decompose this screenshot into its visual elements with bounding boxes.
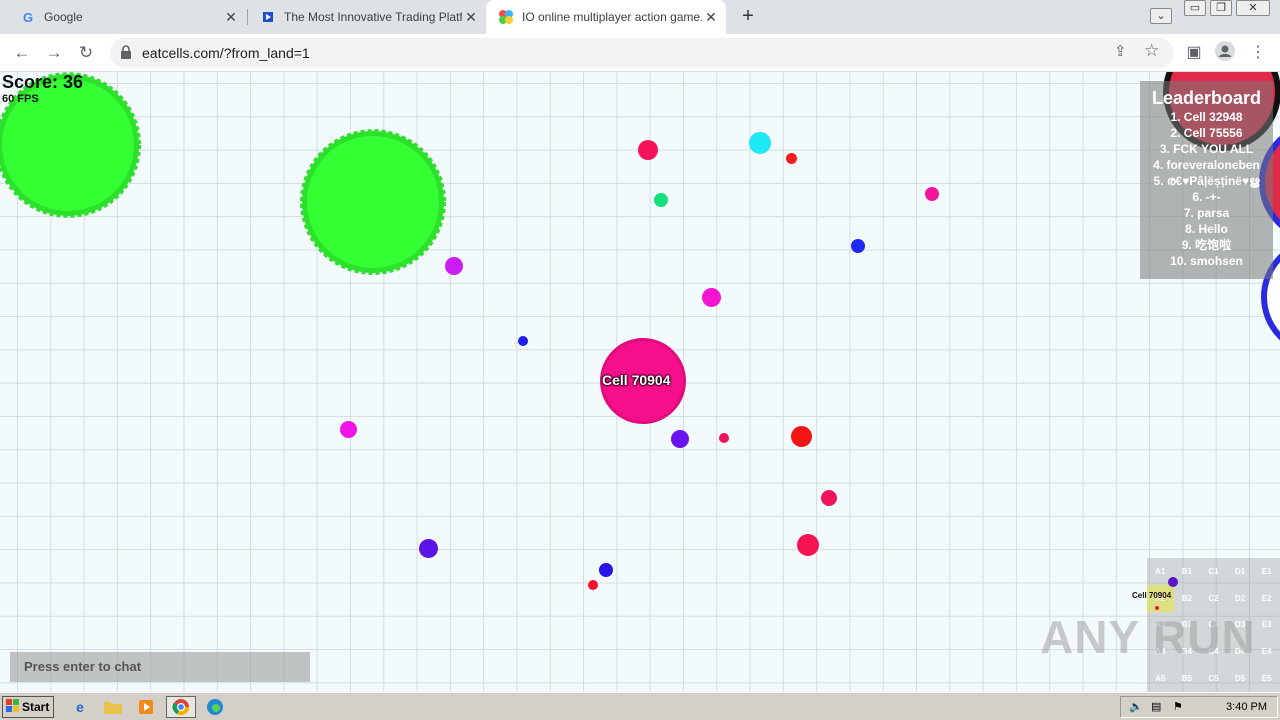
tab-google[interactable]: G Google ✕ (8, 0, 246, 34)
system-tray: 🔈 ▤ ⚑ 3:40 PM (1120, 696, 1278, 718)
minimap-cell: D1 (1234, 566, 1246, 576)
minimap-cell: D5 (1234, 674, 1246, 684)
close-icon[interactable]: ✕ (702, 9, 720, 26)
chevron-down-icon[interactable]: ⌄ (1150, 8, 1172, 24)
minimize-button[interactable]: ▭ (1184, 0, 1206, 16)
address-bar[interactable]: eatcells.com/?from_land=1 ⇪ ☆ (110, 38, 1174, 68)
minimap-cell: C5 (1208, 674, 1219, 684)
tab-title: Google (44, 10, 83, 24)
food-pellet (671, 430, 689, 448)
google-icon: G (22, 9, 34, 25)
start-button[interactable]: Start (2, 696, 54, 718)
tab-trading-platform[interactable]: The Most Innovative Trading Platform ✕ (248, 0, 486, 34)
leaderboard-entry: 6. -+- (1192, 190, 1221, 204)
minimap-cell: A5 (1155, 674, 1166, 684)
leaderboard-entry: 9. 吃饱啦 (1181, 238, 1232, 252)
tab-title: IO online multiplayer action game. S (522, 10, 702, 24)
side-panel-icon[interactable]: ▣ (1182, 41, 1206, 65)
food-pellet (518, 336, 528, 346)
food-pellet (702, 288, 721, 307)
leaderboard-entry: 1. Cell 32948 (1170, 110, 1243, 124)
minimap-cell: B2 (1181, 593, 1192, 603)
leaderboard-entry: 8. Hello (1185, 222, 1228, 236)
windows-logo-icon (6, 698, 20, 716)
trading-site-icon (260, 9, 276, 25)
edge-icon[interactable] (203, 696, 227, 718)
reload-button[interactable]: ↻ (74, 41, 98, 65)
flag-icon[interactable]: ⚑ (1173, 700, 1183, 713)
food-pellet (821, 490, 837, 506)
food-pellet (925, 187, 939, 201)
close-icon[interactable]: ✕ (222, 9, 240, 26)
start-label: Start (22, 700, 50, 714)
leaderboard-entry: 7. parsa (1183, 206, 1230, 220)
media-player-icon[interactable] (134, 696, 158, 718)
food-pellet (749, 132, 771, 154)
new-tab-button[interactable]: + (736, 4, 760, 28)
food-pellet (719, 433, 729, 443)
leaderboard-title: Leaderboard (1151, 88, 1262, 108)
minimap-cell: B5 (1181, 674, 1192, 684)
minimap-cell: E1 (1261, 566, 1272, 576)
chrome-icon[interactable] (166, 696, 196, 718)
minimap-cell: D2 (1234, 593, 1246, 603)
food-pellet (797, 534, 819, 556)
minimap-cell: E2 (1261, 593, 1272, 603)
profile-icon[interactable] (1213, 41, 1237, 65)
leaderboard-entry: 3. FCK YOU ALL (1159, 142, 1254, 156)
food-pellet (791, 426, 812, 447)
leaderboard: Leaderboard 1. Cell 32948 2. Cell 75556 … (1140, 81, 1273, 279)
clock: 3:40 PM (1226, 701, 1267, 713)
close-window-button[interactable]: ✕ (1236, 0, 1270, 16)
folder-icon[interactable] (101, 696, 125, 718)
virus (300, 129, 446, 275)
close-icon[interactable]: ✕ (462, 9, 480, 26)
url-text: eatcells.com/?from_land=1 (142, 45, 310, 61)
score-label: Score: 36 (2, 72, 84, 92)
anyrun-watermark: ANY RUN (1040, 611, 1256, 663)
fps-label: 60 FPS (2, 93, 39, 105)
ie-icon[interactable]: e (68, 696, 92, 718)
food-pellet (445, 257, 463, 275)
leaderboard-entry: 2. Cell 75556 (1170, 126, 1243, 140)
food-pellet (588, 580, 598, 590)
volume-icon[interactable]: 🔈 (1129, 700, 1143, 713)
bookmark-star-icon[interactable]: ☆ (1144, 41, 1159, 61)
food-pellet (340, 421, 357, 438)
tab-eatcells[interactable]: IO online multiplayer action game. S ✕ (486, 0, 726, 34)
minimap-player-dot (1168, 577, 1178, 587)
food-pellet (851, 239, 865, 253)
food-pellet (419, 539, 438, 558)
minimap-cell: C2 (1208, 593, 1219, 603)
leaderboard-entry: 5. ര€♥Pâļëșținë♥ൠ (1153, 174, 1260, 188)
eatcells-icon (498, 9, 514, 25)
restore-button[interactable]: ❐ (1210, 0, 1232, 16)
minimap-cell: E4 (1261, 647, 1272, 657)
game-canvas[interactable]: Cell 70904 Score: 36 60 FPS Leaderboard … (0, 72, 1280, 692)
minimap-cell: E3 (1261, 620, 1272, 630)
lock-icon (120, 45, 132, 59)
food-pellet (786, 153, 797, 164)
browser-tab-strip: G Google ✕ The Most Innovative Trading P… (0, 0, 1280, 34)
food-pellet (638, 140, 658, 160)
minimap-cell: C1 (1208, 566, 1219, 576)
os-taskbar: Start e 🔈 ▤ ⚑ 3:40 PM (0, 692, 1280, 720)
browser-toolbar: ← → ↻ eatcells.com/?from_land=1 ⇪ ☆ ▣ ⋮ (0, 34, 1280, 72)
menu-kebab-icon[interactable]: ⋮ (1246, 41, 1270, 65)
food-pellet (599, 563, 613, 577)
network-icon[interactable]: ▤ (1151, 700, 1161, 713)
back-button[interactable]: ← (10, 41, 34, 65)
food-pellet (654, 193, 668, 207)
leaderboard-entry: 4. foreveraloneben (1153, 158, 1260, 172)
share-icon[interactable]: ⇪ (1114, 42, 1127, 60)
tab-title: The Most Innovative Trading Platform (284, 10, 462, 24)
chat-input[interactable]: Press enter to chat (10, 652, 310, 682)
player-name: Cell 70904 (602, 372, 671, 388)
minimap-player-label: Cell 70904 (1132, 591, 1172, 600)
minimap-cell: E5 (1261, 674, 1272, 684)
leaderboard-entry: 10. smohsen (1170, 254, 1243, 268)
forward-button[interactable]: → (42, 41, 66, 65)
